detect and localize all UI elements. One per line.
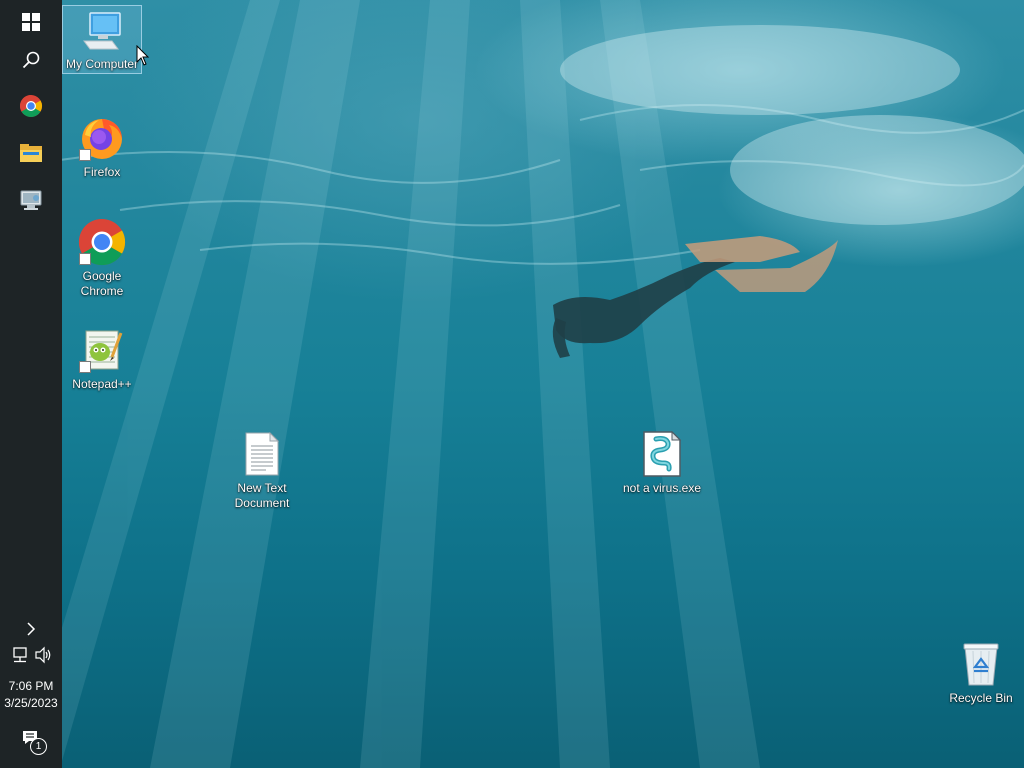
desktop-wallpaper: [0, 0, 1024, 768]
taskbar-control-panel-button[interactable]: [0, 178, 62, 222]
icon-label: My Computer: [65, 57, 139, 71]
windows-logo-icon: [22, 13, 40, 31]
desktop-icon-google-chrome[interactable]: Google Chrome: [63, 214, 141, 299]
search-icon: [22, 51, 40, 69]
shortcut-arrow-icon: [79, 361, 91, 373]
network-status-button[interactable]: [12, 646, 30, 664]
desktop-icon-not-a-virus-exe[interactable]: not a virus.exe: [615, 426, 709, 496]
taskbar-file-explorer-button[interactable]: [0, 131, 62, 175]
chrome-icon: [78, 218, 126, 266]
network-icon: [13, 647, 27, 663]
desktop-icon-notepad-plus-plus[interactable]: Notepad++: [63, 322, 141, 392]
chrome-icon: [20, 95, 42, 117]
shortcut-arrow-icon: [79, 253, 91, 265]
taskbar: 7:06 PM 3/25/2023 1: [0, 0, 62, 768]
file-explorer-icon: [20, 144, 42, 162]
notepad-plus-plus-icon: [78, 326, 126, 374]
computer-icon: [78, 10, 126, 54]
desktop-icon-new-text-document[interactable]: New Text Document: [223, 426, 301, 511]
shortcut-arrow-icon: [79, 149, 91, 161]
icon-label: Notepad++: [72, 377, 132, 391]
clock-date: 3/25/2023: [4, 696, 58, 710]
clock-time: 7:06 PM: [8, 679, 54, 693]
icon-label: Google Chrome: [80, 269, 124, 298]
taskbar-chrome-button[interactable]: [0, 84, 62, 128]
text-file-icon: [238, 430, 286, 478]
search-button[interactable]: [0, 38, 62, 82]
mouse-cursor-icon: [136, 45, 150, 66]
desktop-icon-my-computer[interactable]: My Computer: [62, 5, 142, 74]
icon-label: Recycle Bin: [949, 691, 1013, 705]
diver-silhouette: [552, 236, 838, 358]
icon-label: Firefox: [83, 165, 121, 179]
firefox-icon: [78, 114, 126, 162]
script-file-icon: [638, 430, 686, 478]
notification-count-badge: 1: [30, 738, 47, 755]
icon-label: New Text Document: [234, 481, 290, 510]
desktop-screen: 7:06 PM 3/25/2023 1 My Computer Firefox …: [0, 0, 1024, 768]
volume-button[interactable]: [35, 646, 53, 664]
icon-label: not a virus.exe: [622, 481, 702, 495]
speaker-icon: [35, 646, 51, 664]
taskbar-clock[interactable]: 7:06 PM 3/25/2023: [0, 678, 62, 712]
action-center-button[interactable]: 1: [20, 728, 48, 755]
control-panel-icon: [20, 190, 42, 210]
recycle-bin-icon: [957, 640, 1005, 688]
desktop-icon-recycle-bin[interactable]: Recycle Bin: [942, 636, 1020, 706]
show-hidden-icons-button[interactable]: [0, 608, 62, 650]
chevron-right-icon: [27, 622, 36, 636]
desktop-icon-firefox[interactable]: Firefox: [63, 110, 141, 180]
